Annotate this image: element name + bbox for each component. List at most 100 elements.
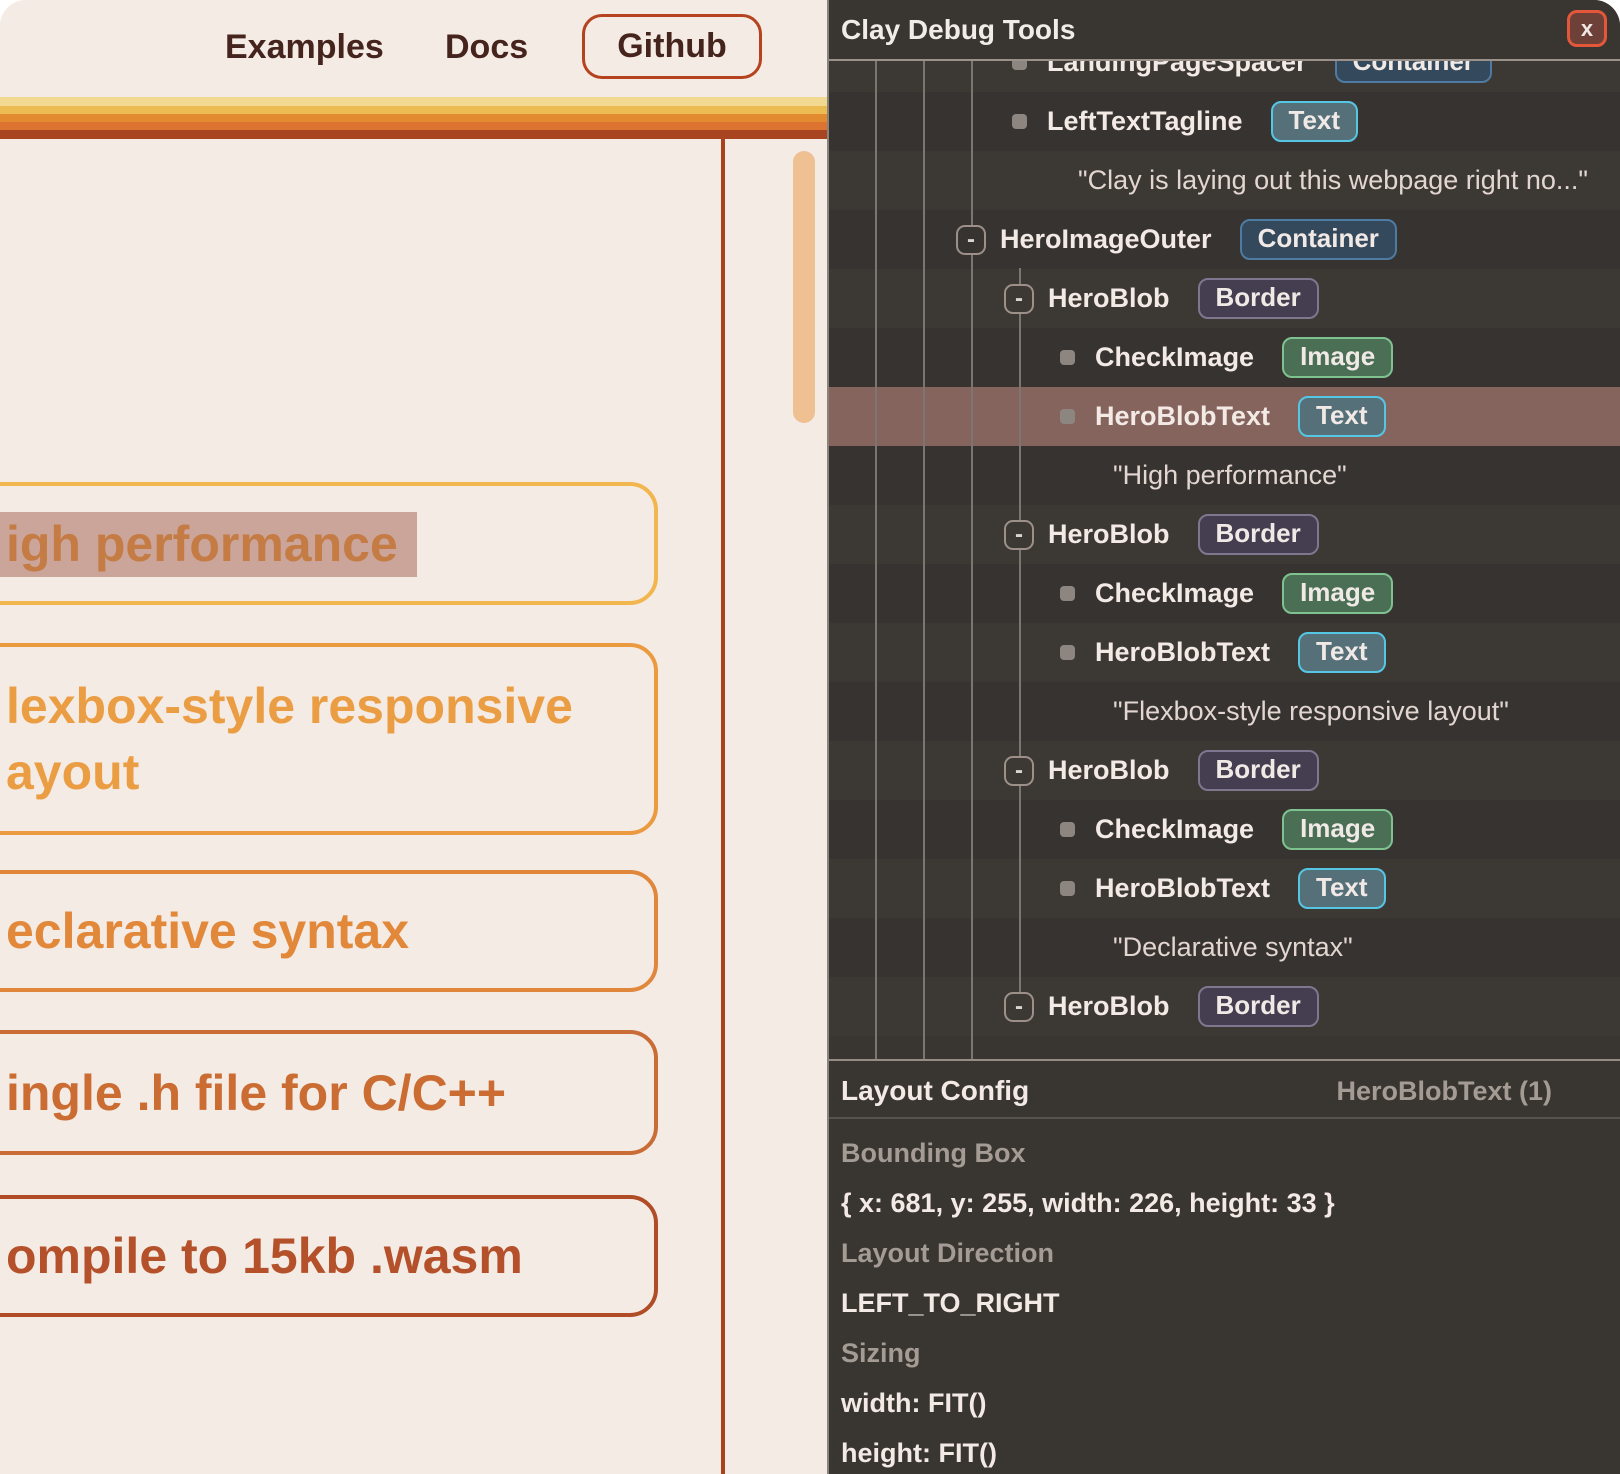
tree-node-name: HeroBlob xyxy=(1048,519,1170,550)
feature-card-text: igh performance xyxy=(0,511,654,577)
tree-row-text-preview[interactable]: "High performance" xyxy=(827,446,1620,505)
tree-indent-guide xyxy=(875,61,877,1059)
element-type-badge: Text xyxy=(1298,632,1386,673)
tree-indent-guide xyxy=(1019,268,1021,1012)
leaf-bullet-icon xyxy=(1060,350,1075,365)
config-field-value: height: FIT() xyxy=(841,1428,1601,1474)
tree-row-CheckImage[interactable]: CheckImage Image xyxy=(827,564,1620,623)
tree-row-LeftTextTagline[interactable]: LeftTextTagline Text xyxy=(827,92,1620,151)
element-tree: LandingPageSpacerContainerLeftTextTaglin… xyxy=(827,33,1620,1036)
element-type-badge: Border xyxy=(1198,986,1319,1027)
config-field-value: { x: 681, y: 255, width: 226, height: 33… xyxy=(841,1178,1601,1228)
tree-node-name: HeroBlob xyxy=(1048,755,1170,786)
feature-card-text: lexbox-style responsiveayout xyxy=(0,673,654,805)
tree-row-HeroBlobText[interactable]: HeroBlobText Text xyxy=(827,387,1620,446)
debug-panel-header: Clay Debug Tools xyxy=(827,0,1620,61)
page-column-divider xyxy=(721,139,725,1474)
element-type-badge: Text xyxy=(1298,396,1386,437)
collapse-toggle-icon[interactable]: - xyxy=(1004,284,1034,314)
feature-card-text: eclarative syntax xyxy=(0,898,654,964)
tree-row-HeroBlob[interactable]: -HeroBlob Border xyxy=(827,977,1620,1036)
element-type-badge: Border xyxy=(1198,278,1319,319)
collapse-toggle-icon[interactable]: - xyxy=(1004,520,1034,550)
tree-node-name: LeftTextTagline xyxy=(1047,106,1243,137)
tree-node-name: HeroBlob xyxy=(1048,991,1170,1022)
nav-link-examples[interactable]: Examples xyxy=(225,28,384,67)
element-type-badge: Border xyxy=(1198,514,1319,555)
layout-config-title: Layout Config xyxy=(841,1075,1029,1107)
text-content-preview: "High performance" xyxy=(1113,460,1347,491)
tree-row-HeroImageOuter[interactable]: -HeroImageOuter Container xyxy=(827,210,1620,269)
webpage-preview: Examples Docs Github igh performance lexb… xyxy=(0,0,827,1474)
leaf-bullet-icon xyxy=(1060,822,1075,837)
leaf-bullet-icon xyxy=(1060,586,1075,601)
element-type-badge: Text xyxy=(1298,868,1386,909)
panel-left-edge xyxy=(827,0,829,1474)
collapse-toggle-icon[interactable]: - xyxy=(1004,992,1034,1022)
tree-row-text-preview[interactable]: "Clay is laying out this webpage right n… xyxy=(827,151,1620,210)
stripe-band xyxy=(0,97,827,106)
leaf-bullet-icon xyxy=(1060,409,1075,424)
tree-node-name: HeroBlobText xyxy=(1095,873,1270,904)
tree-node-name: HeroBlob xyxy=(1048,283,1170,314)
selected-element-ref: HeroBlobText (1) xyxy=(1336,1076,1552,1107)
tree-node-name: CheckImage xyxy=(1095,342,1254,373)
layout-config-header: Layout Config HeroBlobText (1) xyxy=(827,1061,1620,1119)
text-content-preview: "Declarative syntax" xyxy=(1113,932,1353,963)
tree-row-text-preview[interactable]: "Flexbox-style responsive layout" xyxy=(827,682,1620,741)
element-type-badge: Image xyxy=(1282,573,1393,614)
decorative-stripes xyxy=(0,97,827,139)
element-type-badge: Image xyxy=(1282,809,1393,850)
app-window: Examples Docs Github igh performance lexb… xyxy=(0,0,1620,1474)
element-type-badge: Text xyxy=(1271,101,1359,142)
tree-row-CheckImage[interactable]: CheckImage Image xyxy=(827,800,1620,859)
element-type-badge: Container xyxy=(1240,219,1397,260)
stripe-band xyxy=(0,130,827,139)
nav-link-docs[interactable]: Docs xyxy=(445,28,528,67)
text-content-preview: "Clay is laying out this webpage right n… xyxy=(1078,165,1588,196)
close-button[interactable]: x xyxy=(1567,10,1607,47)
stripe-band xyxy=(0,106,827,114)
config-field-value: LEFT_TO_RIGHT xyxy=(841,1278,1601,1328)
github-button[interactable]: Github xyxy=(582,14,762,79)
layout-config-body: Bounding Box{ x: 681, y: 255, width: 226… xyxy=(841,1128,1601,1474)
tree-node-name: HeroImageOuter xyxy=(1000,224,1212,255)
config-field-label: Sizing xyxy=(841,1328,1601,1378)
clay-debug-panel: LandingPageSpacerContainerLeftTextTaglin… xyxy=(827,0,1620,1474)
leaf-bullet-icon xyxy=(1060,645,1075,660)
tree-row-HeroBlobText[interactable]: HeroBlobText Text xyxy=(827,859,1620,918)
tree-row-text-preview[interactable]: "Declarative syntax" xyxy=(827,918,1620,977)
feature-card: lexbox-style responsiveayout xyxy=(0,643,658,835)
element-type-badge: Border xyxy=(1198,750,1319,791)
feature-card: ingle .h file for C/C++ xyxy=(0,1030,658,1155)
config-field-label: Layout Direction xyxy=(841,1228,1601,1278)
config-field-label: Bounding Box xyxy=(841,1128,1601,1178)
tree-row-HeroBlob[interactable]: -HeroBlob Border xyxy=(827,505,1620,564)
feature-card: eclarative syntax xyxy=(0,870,658,992)
text-content-preview: "Flexbox-style responsive layout" xyxy=(1113,696,1509,727)
feature-card-text: ingle .h file for C/C++ xyxy=(0,1060,654,1126)
tree-node-name: CheckImage xyxy=(1095,578,1254,609)
tree-node-name: HeroBlobText xyxy=(1095,637,1270,668)
feature-card-text: ompile to 15kb .wasm xyxy=(0,1223,654,1289)
feature-card: igh performance xyxy=(0,482,658,605)
tree-node-name: CheckImage xyxy=(1095,814,1254,845)
collapse-toggle-icon[interactable]: - xyxy=(956,225,986,255)
tree-row-HeroBlob[interactable]: -HeroBlob Border xyxy=(827,269,1620,328)
tree-node-name: HeroBlobText xyxy=(1095,401,1270,432)
debug-panel-title: Clay Debug Tools xyxy=(841,14,1075,46)
leaf-bullet-icon xyxy=(1060,881,1075,896)
config-field-value: width: FIT() xyxy=(841,1378,1601,1428)
page-scrollbar-thumb[interactable] xyxy=(793,151,815,423)
element-type-badge: Image xyxy=(1282,337,1393,378)
tree-indent-guide xyxy=(923,61,925,1059)
tree-row-HeroBlobText[interactable]: HeroBlobText Text xyxy=(827,623,1620,682)
leaf-bullet-icon xyxy=(1012,114,1027,129)
tree-row-CheckImage[interactable]: CheckImage Image xyxy=(827,328,1620,387)
stripe-band xyxy=(0,114,827,122)
tree-row-HeroBlob[interactable]: -HeroBlob Border xyxy=(827,741,1620,800)
stripe-band xyxy=(0,122,827,130)
tree-indent-guide xyxy=(971,61,973,1059)
feature-card: ompile to 15kb .wasm xyxy=(0,1195,658,1317)
collapse-toggle-icon[interactable]: - xyxy=(1004,756,1034,786)
